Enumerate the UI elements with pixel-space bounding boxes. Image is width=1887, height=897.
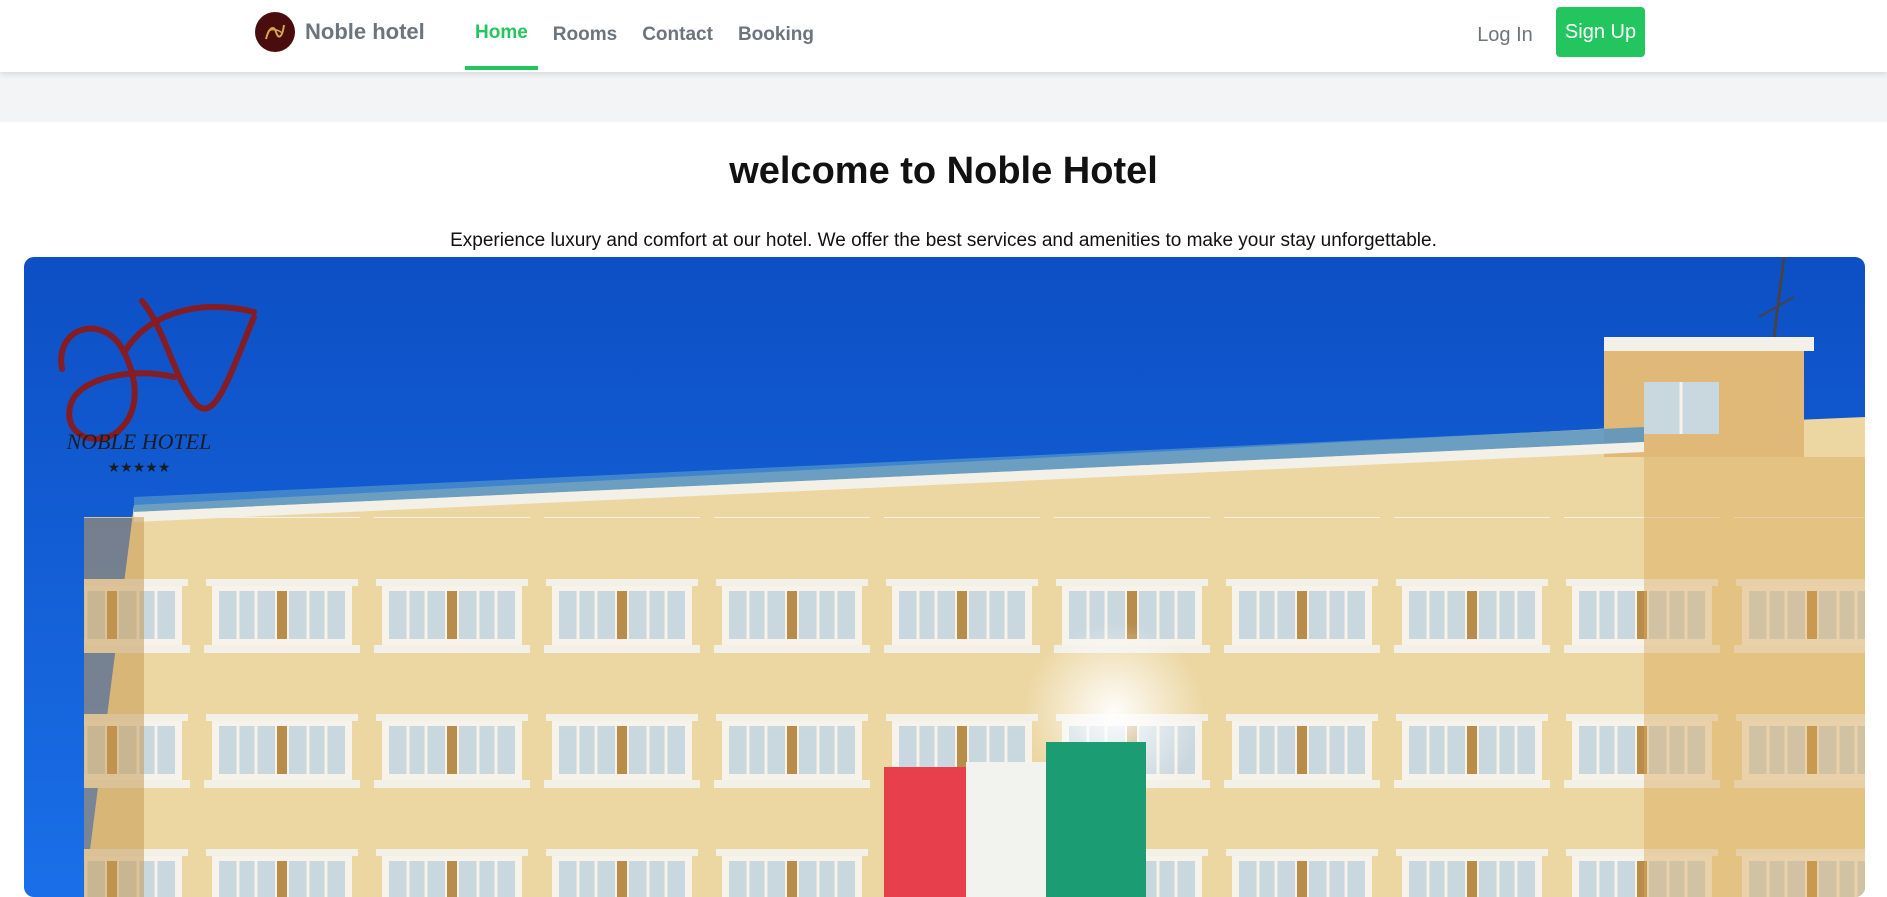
signup-button[interactable]: Sign Up <box>1556 7 1645 57</box>
svg-text:★★★★★: ★★★★★ <box>108 460 171 476</box>
login-link[interactable]: Log In <box>1470 6 1540 64</box>
brand-logo-icon <box>255 12 295 52</box>
nav-booking[interactable]: Booking <box>728 0 824 70</box>
nav-rooms[interactable]: Rooms <box>543 0 627 70</box>
page-title: welcome to Noble Hotel <box>729 150 1158 192</box>
hero-image: NOBLE HOTEL ★★★★★ <box>24 257 1865 897</box>
header-spacer <box>0 72 1887 122</box>
logo-n-icon <box>265 24 285 40</box>
brand-name: Noble hotel <box>305 19 425 44</box>
nav-home[interactable]: Home <box>465 0 538 70</box>
navbar: Noble hotel Home Rooms Contact Booking L… <box>0 0 1887 72</box>
page-subtitle: Experience luxury and comfort at our hot… <box>450 230 1437 251</box>
nav-contact[interactable]: Contact <box>632 0 723 70</box>
svg-text:NOBLE HOTEL: NOBLE HOTEL <box>66 429 212 454</box>
hotel-building-illustration: NOBLE HOTEL ★★★★★ <box>24 257 1865 897</box>
main-nav: Home Rooms Contact Booking <box>465 0 829 70</box>
brand[interactable]: Noble hotel <box>255 12 425 52</box>
